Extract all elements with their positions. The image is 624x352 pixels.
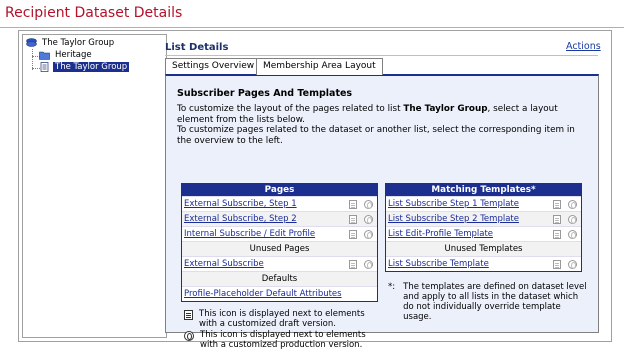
production-icon: [568, 230, 577, 239]
tab-panel: Subscriber Pages And Templates To custom…: [165, 74, 599, 350]
draft-icon: [349, 215, 357, 224]
tab-membership-area-layout[interactable]: Membership Area Layout: [256, 58, 383, 75]
page-title: Recipient Dataset Details: [5, 5, 183, 21]
template-link[interactable]: List Subscribe Step 2 Template: [386, 214, 519, 224]
draft-icon: [553, 200, 561, 209]
templates-footnote: *: The templates are defined on dataset …: [388, 282, 588, 322]
template-link[interactable]: List Subscribe Template: [386, 259, 489, 269]
footnote-mark: *:: [388, 282, 396, 292]
page-link[interactable]: External Subscribe: [182, 259, 264, 269]
section-divider: [165, 55, 598, 56]
tree-connector: [32, 49, 33, 70]
footnote-text: The templates are defined on dataset lev…: [403, 282, 587, 322]
description-text: To customize the layout of the pages rel…: [177, 104, 404, 114]
tree-node-heritage[interactable]: Heritage: [39, 50, 94, 60]
production-icon: [364, 215, 373, 224]
table-row: Internal Subscribe / Edit Profile: [182, 226, 377, 241]
draft-icon: [553, 260, 561, 269]
templates-table-header: Matching Templates*: [386, 184, 581, 196]
page-link[interactable]: External Subscribe, Step 1: [182, 199, 297, 209]
section-title: List Details: [165, 42, 229, 53]
production-icon: [568, 200, 577, 209]
template-link[interactable]: List Subscribe Step 1 Template: [386, 199, 519, 209]
production-icon: [568, 215, 577, 224]
defaults-label: Defaults: [261, 274, 298, 284]
panel-heading: Subscriber Pages And Templates: [177, 88, 353, 99]
list-name: The Taylor Group: [403, 104, 488, 114]
description-text: To customize pages related to the datase…: [177, 125, 575, 146]
table-row: List Subscribe Step 1 Template: [386, 196, 581, 211]
templates-table: Matching Templates* List Subscribe Step …: [385, 183, 582, 272]
tree-node-selected[interactable]: The Taylor Group: [39, 62, 130, 72]
table-subheader: Defaults: [182, 271, 377, 286]
list-icon: [40, 62, 49, 72]
unused-pages-label: Unused Pages: [249, 244, 310, 254]
table-row: External Subscribe, Step 2: [182, 211, 377, 226]
page-link[interactable]: Profile-Placeholder Default Attributes: [182, 289, 342, 299]
table-row: List Edit-Profile Template: [386, 226, 581, 241]
panel-description: To customize the layout of the pages rel…: [177, 104, 592, 146]
table-row: Profile-Placeholder Default Attributes: [182, 286, 377, 301]
template-link[interactable]: List Edit-Profile Template: [386, 229, 493, 239]
page-link[interactable]: Internal Subscribe / Edit Profile: [182, 229, 315, 239]
tree-node-root[interactable]: The Taylor Group: [26, 38, 116, 48]
production-icon: [184, 331, 194, 341]
draft-icon: [349, 200, 357, 209]
legend-production: This icon is displayed next to elements …: [184, 330, 384, 350]
pages-table-header: Pages: [182, 184, 377, 196]
table-row: External Subscribe: [182, 256, 377, 271]
table-subheader: Unused Pages: [182, 241, 377, 256]
draft-icon: [553, 215, 561, 224]
draft-icon: [553, 230, 561, 239]
tree-node-label: The Taylor Group: [42, 38, 115, 48]
actions-link[interactable]: Actions: [566, 41, 601, 52]
legend-production-text: This icon is displayed next to elements …: [200, 330, 366, 350]
content-frame: The Taylor Group Heritage The Taylor Gro…: [18, 30, 612, 350]
pages-table: Pages External Subscribe, Step 1 Externa…: [181, 183, 378, 302]
production-icon: [568, 260, 577, 269]
tree-node-label: Heritage: [55, 50, 92, 60]
production-icon: [364, 200, 373, 209]
draft-icon: [349, 230, 357, 239]
dataset-tree: The Taylor Group Heritage The Taylor Gro…: [22, 34, 167, 338]
page-link[interactable]: External Subscribe, Step 2: [182, 214, 297, 224]
production-icon: [364, 260, 373, 269]
production-icon: [364, 230, 373, 239]
table-row: List Subscribe Template: [386, 256, 581, 271]
table-subheader: Unused Templates: [386, 241, 581, 256]
tree-node-label: The Taylor Group: [53, 62, 130, 72]
legend-draft: This icon is displayed next to elements …: [184, 309, 384, 329]
unused-templates-label: Unused Templates: [444, 244, 523, 254]
title-divider: [0, 27, 624, 28]
tab-settings-overview[interactable]: Settings Overview: [165, 58, 262, 74]
draft-icon: [349, 260, 357, 269]
dataset-icon: [26, 38, 37, 47]
table-row: External Subscribe, Step 1: [182, 196, 377, 211]
table-row: List Subscribe Step 2 Template: [386, 211, 581, 226]
legend-draft-text: This icon is displayed next to elements …: [199, 309, 365, 329]
folder-icon: [39, 51, 50, 60]
draft-icon: [184, 310, 193, 320]
